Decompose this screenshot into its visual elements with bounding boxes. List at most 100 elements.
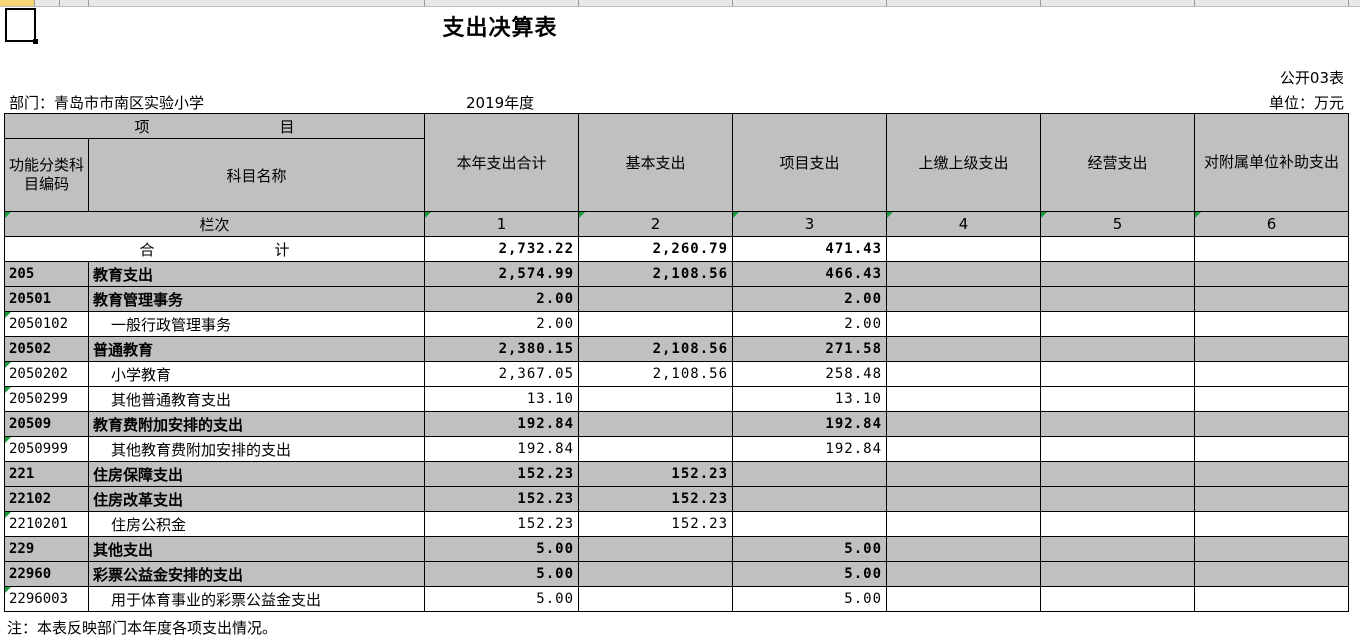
row-value-cell-2[interactable]: 152.23 [578,511,733,537]
col-header-4[interactable]: 上缴上级支出 [886,113,1041,212]
row-code-cell[interactable]: 20509 [4,411,89,437]
row-value-cell-6[interactable] [1194,586,1349,612]
row-value-cell-1[interactable]: 2,574.99 [424,261,579,287]
row-code-cell[interactable]: 2210201 [4,511,89,537]
row-value-cell-1[interactable]: 2.00 [424,286,579,312]
row-value-cell-4[interactable] [886,461,1041,487]
col-header-3[interactable]: 项目支出 [732,113,887,212]
row-name-cell[interactable]: 教育费附加安排的支出 [88,411,425,437]
row-code-cell[interactable]: 2296003 [4,586,89,612]
row-value-cell-4[interactable] [886,386,1041,412]
row-value-cell-6[interactable] [1194,511,1349,537]
row-value-cell-1[interactable]: 152.23 [424,461,579,487]
row-value-cell-5[interactable] [1040,361,1195,387]
total-value-3[interactable]: 471.43 [732,236,887,262]
row-value-cell-4[interactable] [886,586,1041,612]
row-value-cell-4[interactable] [886,561,1041,587]
row-value-cell-6[interactable] [1194,261,1349,287]
row-value-cell-6[interactable] [1194,561,1349,587]
row-name-cell[interactable]: 用于体育事业的彩票公益金支出 [88,586,425,612]
row-value-cell-1[interactable]: 5.00 [424,586,579,612]
row-name-cell[interactable]: 其他普通教育支出 [88,386,425,412]
total-value-5[interactable] [1040,236,1195,262]
row-value-cell-5[interactable] [1040,486,1195,512]
row-value-cell-2[interactable]: 2,108.56 [578,361,733,387]
row-value-cell-1[interactable]: 152.23 [424,511,579,537]
row-value-cell-1[interactable]: 5.00 [424,561,579,587]
row-value-cell-1[interactable]: 152.23 [424,486,579,512]
col-header-6[interactable]: 对附属单位补助支出 [1194,113,1349,212]
row-value-cell-6[interactable] [1194,536,1349,562]
row-value-cell-5[interactable] [1040,536,1195,562]
row-value-cell-3[interactable] [732,511,887,537]
row-value-cell-2[interactable]: 2,108.56 [578,336,733,362]
col-num-6[interactable]: 6 [1194,211,1349,237]
row-value-cell-3[interactable]: 466.43 [732,261,887,287]
row-value-cell-6[interactable] [1194,461,1349,487]
total-value-6[interactable] [1194,236,1349,262]
row-code-cell[interactable]: 221 [4,461,89,487]
col-num-4[interactable]: 4 [886,211,1041,237]
row-value-cell-4[interactable] [886,311,1041,337]
row-value-cell-3[interactable]: 2.00 [732,286,887,312]
row-value-cell-2[interactable]: 152.23 [578,486,733,512]
row-value-cell-2[interactable] [578,311,733,337]
code-col-header[interactable]: 功能分类科目编码 [4,138,89,212]
row-value-cell-1[interactable]: 13.10 [424,386,579,412]
total-value-2[interactable]: 2,260.79 [578,236,733,262]
row-code-cell[interactable]: 20502 [4,336,89,362]
row-value-cell-1[interactable]: 5.00 [424,536,579,562]
row-value-cell-1[interactable]: 2.00 [424,311,579,337]
col-header-2[interactable]: 基本支出 [578,113,733,212]
row-value-cell-1[interactable]: 2,380.15 [424,336,579,362]
row-name-cell[interactable]: 教育支出 [88,261,425,287]
row-value-cell-4[interactable] [886,511,1041,537]
row-value-cell-4[interactable] [886,536,1041,562]
row-value-cell-5[interactable] [1040,586,1195,612]
item-header[interactable]: 项目 [4,113,425,139]
row-value-cell-3[interactable]: 5.00 [732,561,887,587]
row-value-cell-6[interactable] [1194,336,1349,362]
row-value-cell-6[interactable] [1194,361,1349,387]
row-value-cell-2[interactable] [578,536,733,562]
row-value-cell-3[interactable]: 258.48 [732,361,887,387]
row-value-cell-1[interactable]: 192.84 [424,411,579,437]
row-value-cell-3[interactable] [732,461,887,487]
total-value-1[interactable]: 2,732.22 [424,236,579,262]
row-value-cell-6[interactable] [1194,311,1349,337]
row-value-cell-5[interactable] [1040,411,1195,437]
row-value-cell-1[interactable]: 192.84 [424,436,579,462]
row-name-cell[interactable]: 住房改革支出 [88,486,425,512]
row-code-cell[interactable]: 20501 [4,286,89,312]
row-name-cell[interactable]: 教育管理事务 [88,286,425,312]
col-header-5[interactable]: 经营支出 [1040,113,1195,212]
row-value-cell-2[interactable] [578,436,733,462]
selected-column-header[interactable] [0,0,34,6]
row-code-cell[interactable]: 2050299 [4,386,89,412]
col-num-3[interactable]: 3 [732,211,887,237]
row-code-cell[interactable]: 22960 [4,561,89,587]
row-value-cell-2[interactable] [578,586,733,612]
row-value-cell-2[interactable] [578,286,733,312]
row-code-cell[interactable]: 205 [4,261,89,287]
row-name-cell[interactable]: 普通教育 [88,336,425,362]
row-value-cell-4[interactable] [886,411,1041,437]
row-value-cell-6[interactable] [1194,411,1349,437]
row-code-cell[interactable]: 2050202 [4,361,89,387]
row-code-cell[interactable]: 22102 [4,486,89,512]
row-name-cell[interactable]: 彩票公益金安排的支出 [88,561,425,587]
row-name-cell[interactable]: 小学教育 [88,361,425,387]
row-value-cell-3[interactable]: 192.84 [732,436,887,462]
col-num-5[interactable]: 5 [1040,211,1195,237]
row-value-cell-3[interactable]: 5.00 [732,536,887,562]
row-value-cell-3[interactable]: 5.00 [732,586,887,612]
row-value-cell-6[interactable] [1194,486,1349,512]
row-value-cell-2[interactable] [578,561,733,587]
row-name-cell[interactable]: 住房保障支出 [88,461,425,487]
row-value-cell-5[interactable] [1040,286,1195,312]
col-header-1[interactable]: 本年支出合计 [424,113,579,212]
row-name-cell[interactable]: 其他支出 [88,536,425,562]
row-value-cell-5[interactable] [1040,461,1195,487]
lanci-label[interactable]: 栏次 [4,211,425,237]
total-value-4[interactable] [886,236,1041,262]
